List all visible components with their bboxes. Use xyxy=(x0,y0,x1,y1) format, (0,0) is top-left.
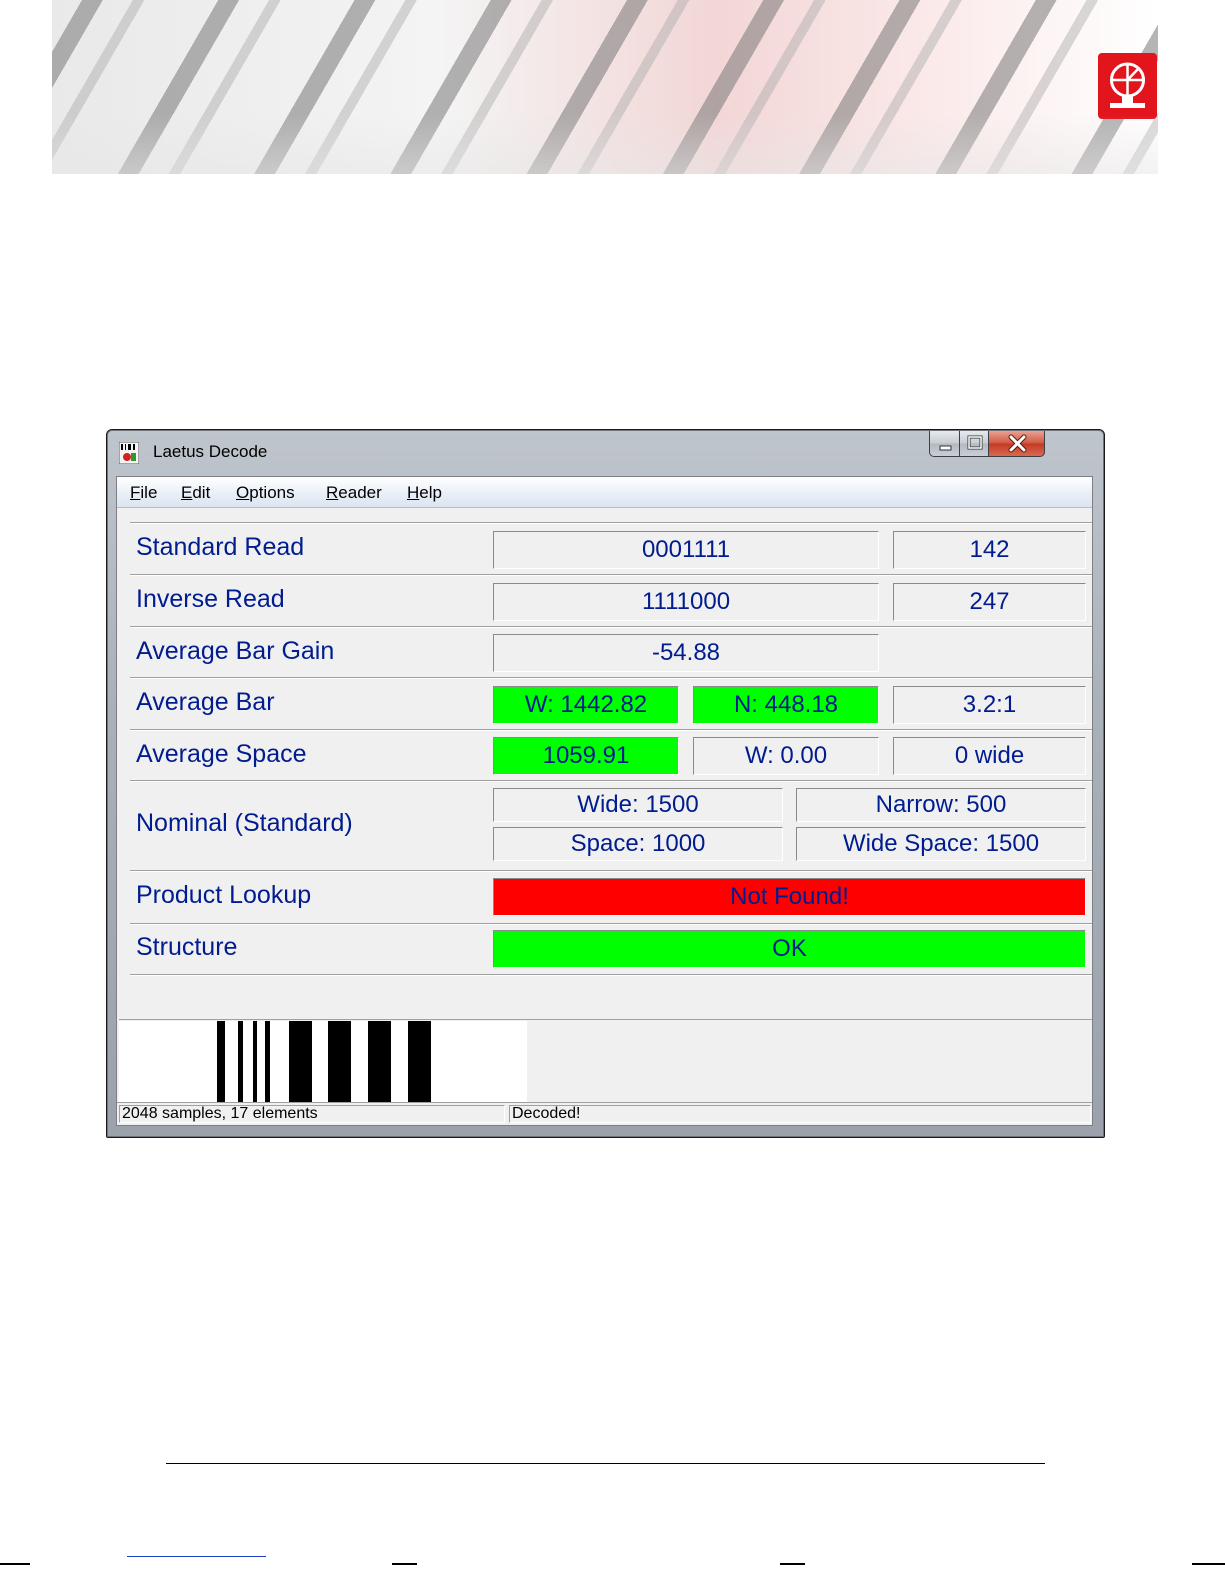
row-separator xyxy=(130,974,1092,976)
row-separator xyxy=(130,522,1092,524)
standard-read-label: Standard Read xyxy=(136,533,305,561)
title-bar[interactable]: Laetus Decode xyxy=(107,430,1104,474)
app-icon[interactable] xyxy=(118,441,140,465)
row-separator xyxy=(130,923,1092,925)
nominal-wide: Wide: 1500 xyxy=(493,788,783,822)
inverse-read-count: 247 xyxy=(893,583,1086,621)
laetus-logo-icon xyxy=(1098,53,1157,119)
barcode-bar xyxy=(368,1021,391,1109)
barcode-display xyxy=(119,1019,1092,1110)
close-button[interactable] xyxy=(988,431,1045,457)
structure-label: Structure xyxy=(136,933,238,961)
footer-link-underline[interactable] xyxy=(127,1556,266,1557)
average-bar-gain-value: -54.88 xyxy=(493,634,879,672)
barcode-preview xyxy=(119,1021,527,1110)
menu-file[interactable]: File xyxy=(130,483,157,503)
row-separator xyxy=(130,870,1092,872)
inverse-read-value: 1111000 xyxy=(493,583,879,621)
menu-edit[interactable]: Edit xyxy=(181,483,210,503)
barcode-bar xyxy=(265,1021,270,1109)
product-lookup-label: Product Lookup xyxy=(136,881,312,909)
row-separator xyxy=(130,574,1092,576)
maximize-icon xyxy=(967,435,983,450)
close-icon xyxy=(1008,434,1027,453)
status-samples: 2048 samples, 17 elements xyxy=(119,1105,505,1123)
row-separator xyxy=(130,626,1092,628)
row-separator xyxy=(130,677,1092,679)
footer-rule xyxy=(166,1463,1045,1464)
minimize-button[interactable] xyxy=(929,431,960,457)
menu-help[interactable]: Help xyxy=(407,483,442,503)
product-lookup-status: Not Found! xyxy=(493,878,1086,916)
barcode-bar xyxy=(238,1021,243,1109)
standard-read-count: 142 xyxy=(893,531,1086,569)
menu-options[interactable]: Options xyxy=(236,483,295,503)
footer-mark xyxy=(780,1563,805,1565)
nominal-wide-space: Wide Space: 1500 xyxy=(796,827,1086,861)
barcode-bar xyxy=(289,1021,312,1109)
minimize-icon xyxy=(939,445,952,451)
nominal-label: Nominal (Standard) xyxy=(136,809,353,837)
barcode-bar xyxy=(217,1021,225,1109)
average-bar-label: Average Bar xyxy=(136,688,275,716)
row-separator xyxy=(130,729,1092,731)
row-separator xyxy=(130,780,1092,782)
inverse-read-label: Inverse Read xyxy=(136,585,285,613)
standard-read-value: 0001111 xyxy=(493,531,879,569)
footer-mark xyxy=(0,1563,30,1565)
barcode-bar xyxy=(328,1021,351,1109)
menu-reader[interactable]: Reader xyxy=(326,483,382,503)
status-decode-result: Decoded! xyxy=(509,1105,1091,1123)
menu-bar: File Edit Options Reader Help xyxy=(117,477,1092,508)
average-space-label: Average Space xyxy=(136,740,307,768)
client-area: File Edit Options Reader Help Standard R… xyxy=(116,476,1093,1126)
average-space-wide: W: 0.00 xyxy=(693,737,879,775)
average-bar-wide: W: 1442.82 xyxy=(493,686,679,724)
window-title: Laetus Decode xyxy=(153,442,268,461)
nominal-narrow: Narrow: 500 xyxy=(796,788,1086,822)
average-space-wide-count: 0 wide xyxy=(893,737,1086,775)
page-banner xyxy=(52,0,1158,174)
average-bar-narrow: N: 448.18 xyxy=(693,686,879,724)
average-space-value: 1059.91 xyxy=(493,737,679,775)
barcode-bar xyxy=(408,1021,431,1109)
maximize-button[interactable] xyxy=(959,431,989,457)
nominal-space: Space: 1000 xyxy=(493,827,783,861)
footer-mark xyxy=(392,1563,417,1565)
laetus-decode-window: Laetus Decode File Edit Options Reader H… xyxy=(106,429,1105,1138)
average-bar-gain-label: Average Bar Gain xyxy=(136,637,335,665)
footer-mark xyxy=(1192,1563,1225,1565)
status-bar: 2048 samples, 17 elements Decoded! xyxy=(117,1102,1092,1125)
average-bar-ratio: 3.2:1 xyxy=(893,686,1086,724)
structure-status: OK xyxy=(493,930,1086,968)
barcode-bar xyxy=(253,1021,257,1109)
